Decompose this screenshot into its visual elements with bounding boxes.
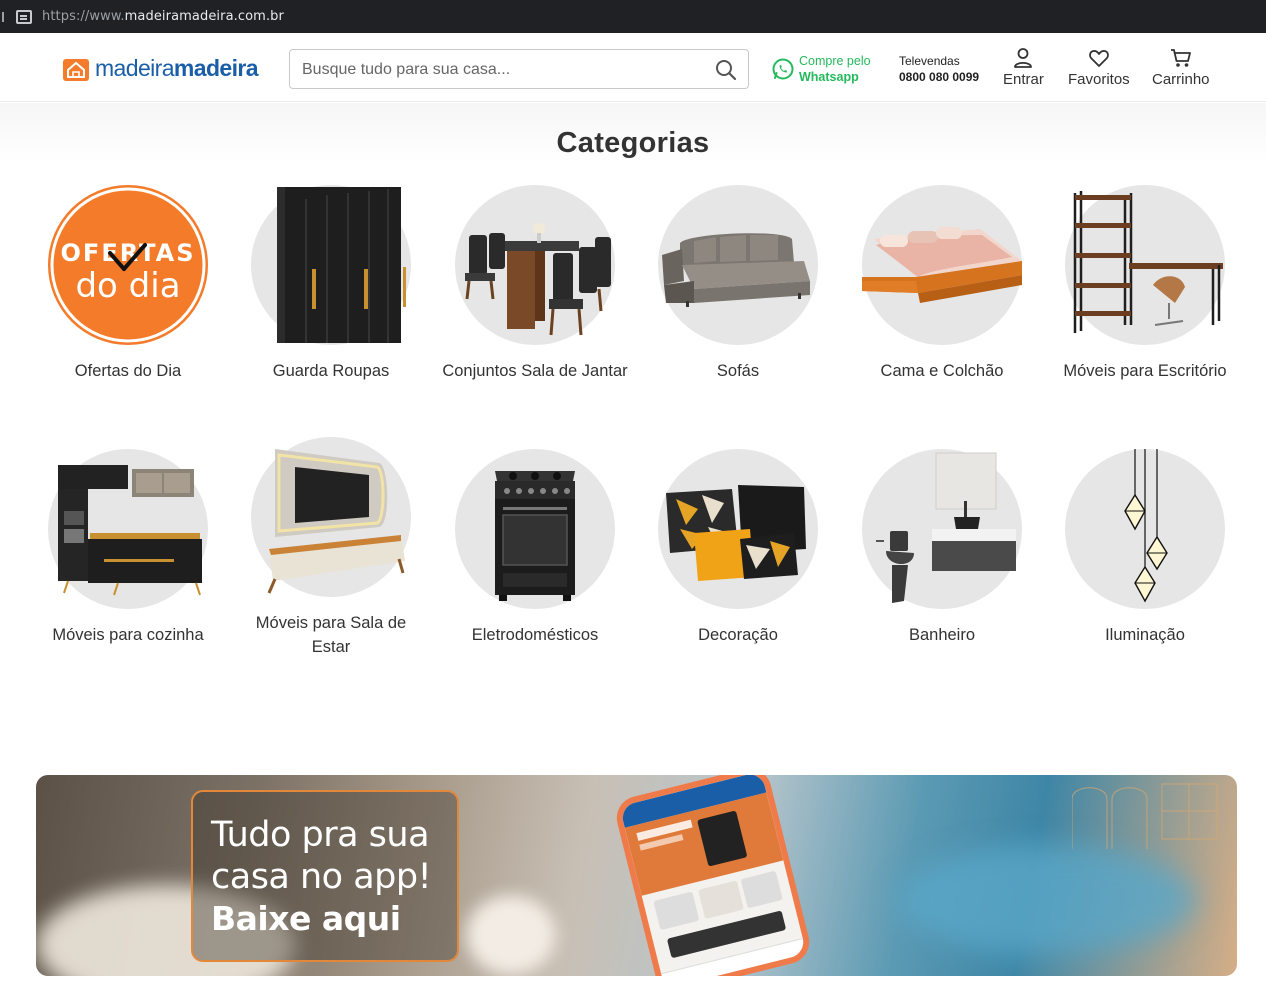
category-label: Sofás [716, 362, 760, 380]
category-label: Móveis para cozinha [52, 626, 204, 644]
category-label: Banheiro [908, 626, 976, 644]
category-sofas[interactable]: Sofás [638, 185, 838, 383]
banner-decoration-pattern [1072, 783, 1218, 849]
category-label: Iluminação [1105, 626, 1185, 644]
banner-cta[interactable]: Baixe aqui [211, 898, 401, 940]
app-download-banner[interactable]: Tudo pra sua casa no app! Baixe aqui [36, 775, 1237, 976]
kitchen-furniture-icon [48, 449, 208, 609]
bathroom-icon [862, 449, 1022, 609]
living-room-icon [251, 437, 411, 597]
category-label: Ofertas do Dia [74, 362, 182, 380]
cushions-icon [658, 449, 818, 609]
category-conjuntos-sala-de-jantar[interactable]: Conjuntos Sala de Jantar [435, 185, 635, 383]
stove-icon [455, 449, 615, 609]
televendas-phone: 0800 080 0099 [899, 70, 980, 84]
whatsapp-label-strong: Whatsapp [799, 70, 859, 84]
whatsapp-link[interactable]: Compre pelo Whatsapp [771, 53, 871, 85]
category-moveis-para-escritorio[interactable]: Móveis para Escritório [1045, 185, 1245, 383]
search-icon[interactable] [714, 58, 738, 82]
dining-set-icon [455, 185, 615, 345]
category-moveis-para-sala-de-estar[interactable]: Móveis para Sala de Estar [231, 437, 431, 659]
category-ofertas-do-dia[interactable]: OFERTAS do dia Ofertas do Dia [28, 185, 228, 383]
category-guarda-roupas[interactable]: Guarda Roupas [231, 185, 431, 383]
bed-icon [862, 185, 1022, 345]
browser-edge [0, 11, 4, 22]
heart-icon [1089, 50, 1109, 67]
category-iluminacao[interactable]: Iluminação [1045, 449, 1245, 647]
category-label: Móveis para Sala de Estar [255, 614, 407, 656]
category-label: Decoração [698, 626, 778, 644]
cart-button[interactable]: Carrinho [1152, 47, 1210, 88]
url-field[interactable]: https://www.madeiramadeira.com.br [42, 9, 284, 24]
login-button[interactable]: Entrar [1003, 47, 1044, 88]
banner-text-card: Tudo pra sua casa no app! Baixe aqui [191, 790, 459, 962]
sofa-icon [658, 185, 818, 345]
user-icon [1014, 48, 1033, 68]
banner-headline: Tudo pra sua casa no app! [211, 815, 432, 897]
wardrobe-icon [251, 185, 411, 345]
category-eletrodomesticos[interactable]: Eletrodomésticos [435, 449, 635, 647]
televendas-info: Televendas 0800 080 0099 [899, 54, 980, 84]
site-header: madeiramadeira Compre pelo Whatsapp Telev… [0, 33, 1266, 102]
phone-mockup-image [612, 775, 814, 976]
category-label: Guarda Roupas [272, 362, 390, 380]
site-logo[interactable]: madeiramadeira [62, 55, 259, 82]
favorites-button[interactable]: Favoritos [1068, 47, 1130, 88]
whatsapp-icon [772, 58, 794, 80]
browser-address-bar: https://www.madeiramadeira.com.br [0, 0, 1266, 33]
category-label: Eletrodomésticos [471, 626, 599, 644]
office-furniture-icon [1065, 185, 1225, 345]
pendant-lamp-icon [1065, 449, 1225, 609]
logo-house-icon [63, 58, 89, 81]
cart-icon [1170, 49, 1191, 67]
search-input[interactable] [302, 58, 702, 82]
category-decoracao[interactable]: Decoração [638, 449, 838, 647]
ofertas-do-dia-icon: OFERTAS do dia [48, 185, 208, 345]
category-cama-e-colchao[interactable]: Cama e Colchão [842, 185, 1042, 383]
category-banheiro[interactable]: Banheiro [842, 449, 1042, 647]
categories-title: Categorias [556, 127, 710, 159]
categories-section: Categorias OFERTAS do dia Ofertas do Dia [0, 103, 1266, 723]
reader-mode-icon[interactable] [16, 9, 32, 24]
category-moveis-para-cozinha[interactable]: Móveis para cozinha [28, 449, 228, 647]
search-box [289, 49, 749, 89]
category-label: Móveis para Escritório [1063, 362, 1227, 380]
banner-background-blur [466, 895, 556, 975]
whatsapp-label: Compre pelo [799, 54, 871, 68]
ofertas-badge-line2: do dia [75, 266, 180, 306]
category-label: Conjuntos Sala de Jantar [442, 362, 628, 380]
category-label: Cama e Colchão [880, 362, 1004, 380]
